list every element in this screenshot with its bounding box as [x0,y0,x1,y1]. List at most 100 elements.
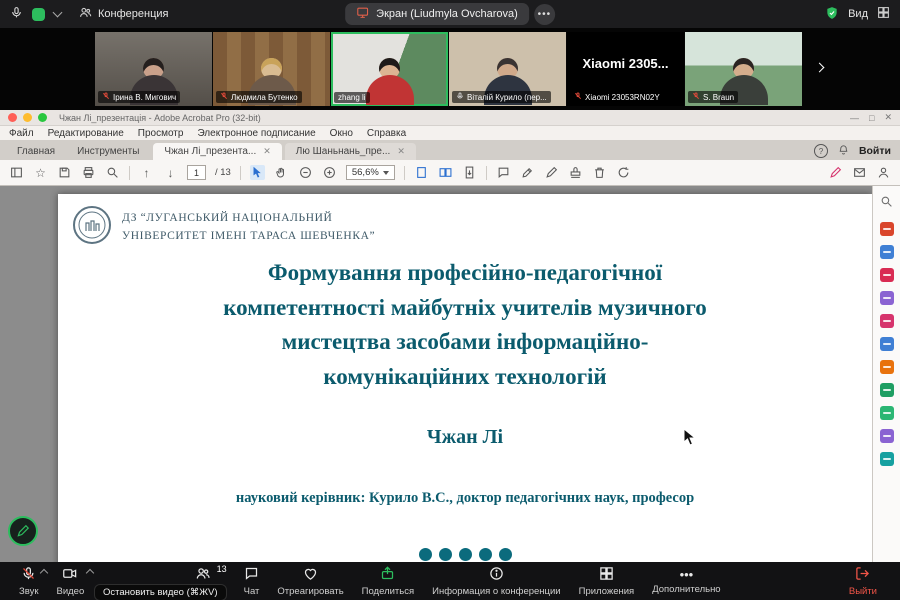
mic-icon [456,92,464,102]
trash-icon[interactable] [592,165,607,180]
side-panel-icon[interactable] [9,165,24,180]
send-email-icon[interactable] [852,165,867,180]
minimize-icon[interactable]: — [850,113,859,123]
tab-document-active[interactable]: Чжан Лі_презента... ✕ [153,143,281,160]
acrobat-tab-bar: Главная Инструменты Чжан Лі_презента... … [0,140,900,160]
share-options-button[interactable]: ••• [534,4,555,25]
send-signature-tool-icon[interactable] [880,429,894,443]
react-button[interactable]: Отреагировать [268,562,352,600]
zoom-level-value: 56,6% [352,167,379,178]
search-tool-icon[interactable] [880,195,893,213]
participant-tile[interactable]: Віталій Курило (пер... [449,32,566,106]
two-page-view-icon[interactable] [438,165,453,180]
previous-page-icon[interactable]: ↑ [139,165,154,180]
help-icon[interactable]: ? [814,144,828,158]
connection-status-icon [32,8,45,21]
apps-button[interactable]: Приложения [570,562,644,600]
minimize-window-icon[interactable] [23,113,32,122]
close-tab-icon[interactable]: ✕ [263,146,271,157]
export-pdf-tool-icon[interactable] [880,222,894,236]
meeting-menu[interactable]: Конференция [79,6,168,22]
tab-home[interactable]: Главная [6,143,66,160]
combine-files-tool-icon[interactable] [880,314,894,328]
share-screen-icon [380,566,395,584]
menu-view[interactable]: Просмотр [138,128,184,139]
more-tools-icon[interactable] [880,452,894,466]
favorites-star-icon[interactable]: ☆ [33,165,48,180]
dot [439,548,452,561]
sign-in-button[interactable]: Войти [859,145,891,157]
edit-pen-icon[interactable] [828,165,843,180]
video-strip: Ірина В. Мигович Людмила Бутенко zhang l… [0,28,900,110]
maximize-icon[interactable]: □ [869,113,874,123]
participant-tile[interactable]: Людмила Бутенко [213,32,330,106]
participant-tile-active-speaker[interactable]: zhang li [331,32,448,106]
zoom-level-dropdown[interactable]: 56,6% [346,165,395,180]
slide-author: Чжан Лі [58,426,872,449]
search-icon[interactable] [105,165,120,180]
chevron-down-icon[interactable] [53,8,63,18]
layout-grid-icon[interactable] [877,6,890,22]
close-window-icon[interactable] [8,113,17,122]
dot [419,548,432,561]
protect-tool-icon[interactable] [880,383,894,397]
mouse-cursor [683,428,696,451]
menu-esign[interactable]: Электронное подписание [197,128,315,139]
highlight-icon[interactable] [520,165,535,180]
apps-label: Приложения [579,586,635,597]
select-tool-icon[interactable] [250,165,265,180]
participant-tile[interactable]: Ірина В. Мигович [95,32,212,106]
rotate-icon[interactable] [616,165,631,180]
video-button[interactable]: Видео [47,562,93,600]
video-options-chevron[interactable] [86,569,94,577]
draw-pencil-icon[interactable] [544,165,559,180]
hand-tool-icon[interactable] [274,165,289,180]
scan-ocr-tool-icon[interactable] [880,360,894,374]
page-number-input[interactable]: 1 [187,165,206,180]
create-pdf-tool-icon[interactable] [880,245,894,259]
scroll-mode-icon[interactable] [462,165,477,180]
muted-mic-icon [692,92,700,102]
share-screen-button[interactable]: Поделиться [353,562,423,600]
edit-pdf-tool-icon[interactable] [880,268,894,282]
next-participants-button[interactable] [810,60,828,78]
zoom-window-icon[interactable] [38,113,47,122]
stamp-icon[interactable] [568,165,583,180]
comment-icon[interactable] [496,165,511,180]
participant-tile[interactable]: S. Braun [685,32,802,106]
notifications-bell-icon[interactable] [838,144,849,158]
view-label[interactable]: Вид [848,8,868,20]
participant-name: S. Braun [703,93,734,102]
print-icon[interactable] [81,165,96,180]
leave-label: Выйти [849,586,877,597]
chat-button[interactable]: Чат [235,562,269,600]
participant-tile[interactable]: Xiaomi 2305... Xiaomi 23053RN02Y [567,32,684,106]
slide-title: Формування професійно-педагогічної компе… [78,256,852,394]
zoom-out-icon[interactable] [298,165,313,180]
more-button[interactable]: ••• Дополнительно [643,562,729,600]
organize-pages-tool-icon[interactable] [880,337,894,351]
participant-name: Xiaomi 23053RN02Y [585,93,660,102]
menu-file[interactable]: Файл [9,128,34,139]
fill-sign-tool-icon[interactable] [880,406,894,420]
next-page-icon[interactable]: ↓ [163,165,178,180]
profile-avatar-icon[interactable] [876,165,891,180]
tab-document-inactive[interactable]: Лю Шаньнань_пре... ✕ [285,143,416,160]
tab-tools[interactable]: Инструменты [66,143,150,160]
audio-button[interactable]: Звук [10,562,47,600]
close-icon[interactable]: ✕ [884,112,892,123]
annotate-pen-button[interactable] [8,516,38,546]
page-view-icon[interactable] [414,165,429,180]
audio-status-icon[interactable] [10,6,23,22]
acrobat-tools-panel [872,186,900,562]
save-icon[interactable] [57,165,72,180]
close-tab-icon[interactable]: ✕ [397,146,405,157]
meeting-info-button[interactable]: Информация о конференции [423,562,570,600]
menu-help[interactable]: Справка [367,128,406,139]
menu-window[interactable]: Окно [330,128,353,139]
zoom-in-icon[interactable] [322,165,337,180]
screen-share-tab[interactable]: Экран (Liudmyla Ovcharova) [345,3,529,25]
menu-edit[interactable]: Редактирование [48,128,124,139]
leave-meeting-button[interactable]: Выйти [840,562,886,600]
comment-tool-icon[interactable] [880,291,894,305]
